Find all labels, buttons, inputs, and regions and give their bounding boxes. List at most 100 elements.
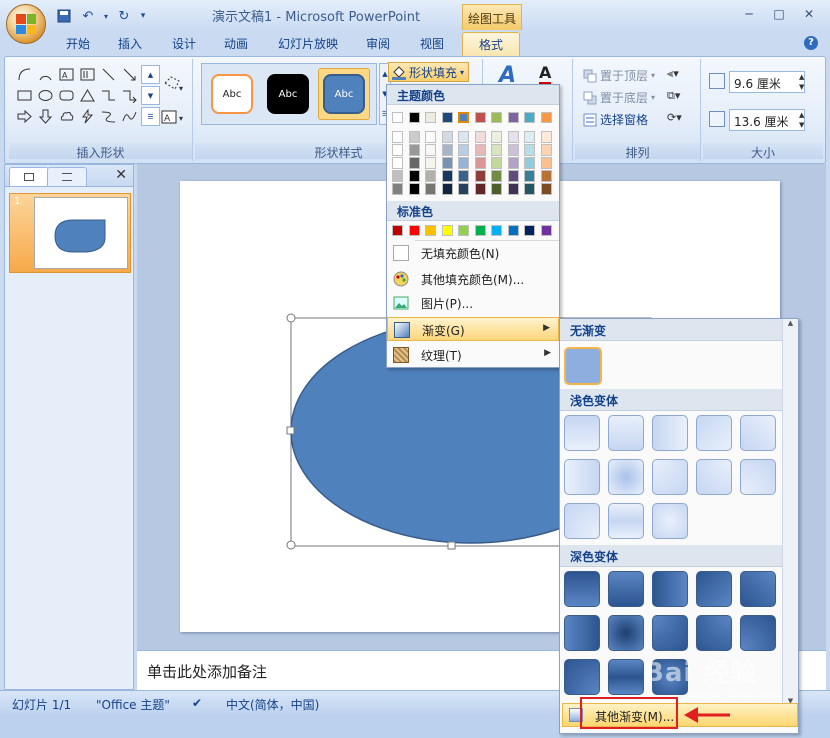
theme-shade-swatch[interactable] xyxy=(392,183,403,195)
light-gradient-swatch[interactable] xyxy=(740,415,776,451)
theme-shade-swatch[interactable] xyxy=(524,170,535,182)
resize-handle[interactable] xyxy=(286,540,296,550)
theme-color-swatch[interactable] xyxy=(392,112,403,123)
align-icon[interactable]: ⫷▾ xyxy=(667,67,679,81)
save-icon[interactable] xyxy=(54,7,74,25)
standard-color-swatch[interactable] xyxy=(507,225,519,236)
undo-dropdown-icon[interactable]: ▾ xyxy=(102,7,110,25)
more-fill-colors-item[interactable]: 其他填充颜色(M)... xyxy=(387,267,559,291)
shape-lightning-icon[interactable] xyxy=(78,107,97,126)
theme-shade-swatch[interactable] xyxy=(540,157,552,169)
standard-color-swatch[interactable] xyxy=(392,225,403,236)
standard-color-swatch[interactable] xyxy=(441,225,453,236)
theme-color-swatch[interactable] xyxy=(491,112,502,123)
theme-shade-swatch[interactable] xyxy=(441,157,453,169)
light-gradient-swatch[interactable] xyxy=(652,503,688,539)
theme-color-swatch[interactable] xyxy=(441,112,453,123)
close-button[interactable]: ✕ xyxy=(794,4,824,24)
theme-shade-swatch[interactable] xyxy=(491,157,502,169)
theme-shade-swatch[interactable] xyxy=(524,131,535,143)
theme-shade-swatch[interactable] xyxy=(441,183,453,195)
light-gradient-swatch[interactable] xyxy=(652,415,688,451)
shape-oval-icon[interactable] xyxy=(36,86,55,105)
theme-shade-swatch[interactable] xyxy=(408,183,420,195)
theme-shade-swatch[interactable] xyxy=(392,157,403,169)
undo-icon[interactable]: ↶ xyxy=(78,7,98,25)
dark-gradient-swatch[interactable] xyxy=(652,571,688,607)
dark-gradient-swatch[interactable] xyxy=(564,659,600,695)
resize-handle[interactable] xyxy=(286,313,296,323)
light-gradient-swatch[interactable] xyxy=(564,415,600,451)
light-gradient-swatch[interactable] xyxy=(608,415,644,451)
shape-more-icon[interactable]: ☰ xyxy=(141,107,160,126)
tab-design[interactable]: 设计 xyxy=(172,35,196,52)
light-gradient-swatch[interactable] xyxy=(564,503,600,539)
dark-gradient-swatch[interactable] xyxy=(652,615,688,651)
tab-insert[interactable]: 插入 xyxy=(118,35,142,52)
theme-shade-swatch[interactable] xyxy=(425,183,436,195)
light-gradient-swatch[interactable] xyxy=(696,459,732,495)
standard-color-swatch[interactable] xyxy=(425,225,436,236)
theme-shade-swatch[interactable] xyxy=(540,170,552,182)
send-to-back-button[interactable]: 置于底层 ▾ xyxy=(583,89,655,106)
standard-color-swatch[interactable] xyxy=(408,225,420,236)
light-gradient-swatch[interactable] xyxy=(564,459,600,495)
theme-shade-swatch[interactable] xyxy=(458,144,469,156)
shape-textbox-icon[interactable]: A xyxy=(57,65,76,84)
shape-scroll-up-icon[interactable]: ▲ xyxy=(141,65,160,84)
theme-color-swatch[interactable] xyxy=(524,112,535,123)
picture-fill-item[interactable]: 图片(P)... xyxy=(387,291,559,315)
theme-shade-swatch[interactable] xyxy=(458,183,469,195)
theme-shade-swatch[interactable] xyxy=(458,170,469,182)
theme-shade-swatch[interactable] xyxy=(474,157,486,169)
standard-color-swatch[interactable] xyxy=(474,225,486,236)
theme-shade-swatch[interactable] xyxy=(540,183,552,195)
standard-color-swatch[interactable] xyxy=(491,225,502,236)
shape-rectangle-icon[interactable] xyxy=(15,86,34,105)
theme-shade-swatch[interactable] xyxy=(491,170,502,182)
light-gradient-swatch[interactable] xyxy=(652,459,688,495)
selection-pane-button[interactable]: 选择窗格 xyxy=(583,111,648,128)
standard-color-swatch[interactable] xyxy=(524,225,535,236)
resize-handle[interactable] xyxy=(447,541,456,550)
dark-gradient-swatch[interactable] xyxy=(740,571,776,607)
theme-shade-swatch[interactable] xyxy=(425,170,436,182)
theme-shade-swatch[interactable] xyxy=(507,131,519,143)
theme-shade-swatch[interactable] xyxy=(441,131,453,143)
tab-view[interactable]: 视图 xyxy=(420,35,444,52)
dark-gradient-swatch[interactable] xyxy=(696,571,732,607)
theme-color-swatch[interactable] xyxy=(507,112,519,123)
shape-line-icon[interactable] xyxy=(99,65,118,84)
help-icon[interactable]: ? xyxy=(804,36,818,50)
shape-arrow-line-icon[interactable] xyxy=(120,65,139,84)
dark-gradient-swatch[interactable] xyxy=(696,615,732,651)
shape-elbow-arrow-icon[interactable] xyxy=(120,86,139,105)
theme-shade-swatch[interactable] xyxy=(507,170,519,182)
tab-home[interactable]: 开始 xyxy=(66,35,90,52)
theme-shade-swatch[interactable] xyxy=(474,183,486,195)
style-blue-fill-selected[interactable]: Abc xyxy=(318,68,370,120)
theme-shade-swatch[interactable] xyxy=(392,170,403,182)
theme-shade-swatch[interactable] xyxy=(458,131,469,143)
resize-handle[interactable] xyxy=(286,426,295,435)
theme-shade-swatch[interactable] xyxy=(491,131,502,143)
theme-shade-swatch[interactable] xyxy=(491,183,502,195)
text-box-button-icon[interactable]: A ▾ xyxy=(161,109,189,125)
shape-curve-icon[interactable] xyxy=(15,65,34,84)
theme-shade-swatch[interactable] xyxy=(458,157,469,169)
theme-shade-swatch[interactable] xyxy=(474,144,486,156)
theme-color-swatch[interactable] xyxy=(425,112,436,123)
standard-color-swatch[interactable] xyxy=(458,225,469,236)
spellcheck-icon[interactable]: ✔ xyxy=(192,696,202,710)
style-orange-outline[interactable]: Abc xyxy=(206,68,258,120)
edit-shape-icon[interactable]: ▾ xyxy=(161,73,185,93)
language-status[interactable]: 中文(简体，中国) xyxy=(226,696,319,713)
shape-cloud-icon[interactable] xyxy=(57,107,76,126)
theme-shade-swatch[interactable] xyxy=(540,144,552,156)
customize-qat-icon[interactable]: ▾ xyxy=(138,7,148,25)
office-button[interactable] xyxy=(6,4,46,44)
theme-shade-swatch[interactable] xyxy=(408,131,420,143)
width-spinner[interactable]: ▲ ▼ xyxy=(799,110,804,130)
no-fill-item[interactable]: 无填充颜色(N) xyxy=(387,241,559,265)
shape-arc-icon[interactable] xyxy=(36,65,55,84)
